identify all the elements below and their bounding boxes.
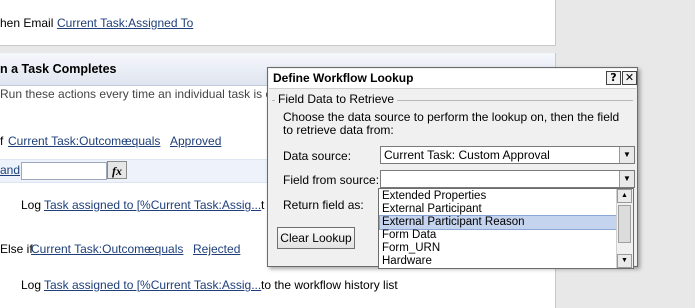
log-keyword: Log (21, 278, 42, 292)
close-icon: ✕ (624, 71, 635, 84)
log-suffix: t (261, 198, 265, 212)
previous-step-block: hen Email Current Task:Assigned To (0, 0, 556, 46)
section-description: Run these actions every time an individu… (0, 87, 279, 101)
field-from-source-select[interactable]: ▼ (380, 170, 635, 188)
else-if-keyword: Else if (0, 242, 33, 256)
and-link[interactable]: and (0, 163, 20, 177)
else-value-link[interactable]: Rejected (193, 242, 240, 256)
chevron-up-icon[interactable]: ▲ (617, 189, 632, 203)
chevron-down-icon[interactable]: ▼ (619, 171, 634, 187)
if-operator-link[interactable]: equals (125, 134, 160, 148)
return-field-label: Return field as: (283, 198, 364, 212)
else-operator-link[interactable]: equals (148, 242, 183, 256)
condition-value-input[interactable] (21, 162, 107, 180)
list-item[interactable]: Form Data (380, 229, 618, 242)
dialog-titlebar[interactable]: Define Workflow Lookup ? ✕ (269, 69, 637, 89)
if-value-link[interactable]: Approved (170, 134, 221, 148)
log-message-link[interactable]: Task assigned to [%Current Task:Assig... (44, 198, 261, 212)
group-label: Field Data to Retrieve (275, 92, 398, 106)
list-item-selected[interactable]: External Participant Reason (379, 215, 619, 230)
if-field-link[interactable]: Current Task:Outcome (8, 134, 128, 148)
close-button[interactable]: ✕ (622, 71, 637, 85)
help-button[interactable]: ? (606, 71, 621, 85)
field-from-source-label: Field from source: (283, 173, 380, 187)
section-title: n a Task Completes (0, 62, 117, 76)
log-message-link[interactable]: Task assigned to [%Current Task:Assig... (44, 278, 261, 292)
chevron-down-icon[interactable]: ▼ (619, 147, 634, 163)
instructions-text: Choose the data source to perform the lo… (283, 110, 620, 137)
log-suffix-text: to the workflow history list (261, 278, 398, 292)
clear-lookup-button[interactable]: Clear Lookup (277, 227, 355, 249)
scrollbar-thumb[interactable] (618, 205, 631, 243)
if-keyword: f (0, 134, 4, 148)
list-item[interactable]: Hardware (380, 255, 618, 268)
log-keyword: Log (21, 198, 42, 212)
dropdown-scrollbar[interactable]: ▲ ▼ (616, 189, 633, 268)
list-item[interactable]: Extended Properties (380, 190, 618, 203)
help-icon: ? (610, 71, 617, 84)
chevron-down-icon[interactable]: ▼ (617, 254, 632, 268)
else-field-link[interactable]: Current Task:Outcome (31, 242, 151, 256)
data-source-select[interactable]: Current Task: Custom Approval ▼ (380, 146, 635, 164)
list-item[interactable]: External Participant (380, 203, 618, 216)
fx-button[interactable]: fx (107, 161, 127, 179)
dialog-title: Define Workflow Lookup (273, 71, 414, 85)
email-assigned-to-link[interactable]: Current Task:Assigned To (57, 16, 193, 30)
data-source-label: Data source: (283, 149, 352, 163)
field-dropdown-list[interactable]: Extended Properties External Participant… (378, 188, 634, 269)
data-source-value: Current Task: Custom Approval (384, 148, 550, 162)
email-line-prefix: hen Email (0, 16, 54, 30)
list-item[interactable]: Form_URN (380, 242, 618, 255)
